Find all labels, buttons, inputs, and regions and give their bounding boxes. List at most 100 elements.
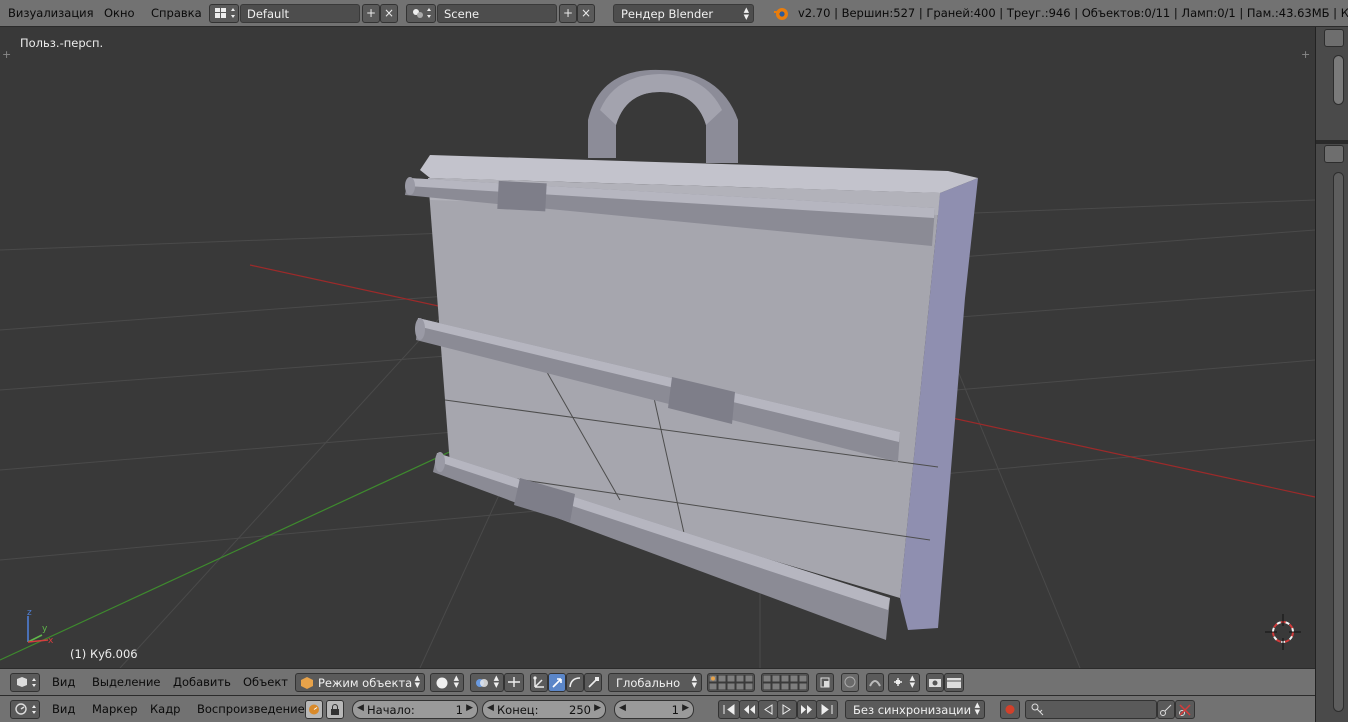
dropdown-arrows-icon: ▲ ▼ [743, 6, 749, 21]
active-object-label: (1) Куб.006 [70, 647, 138, 661]
transform-manipulator-toggle[interactable] [530, 673, 548, 692]
menu-object[interactable]: Объект [243, 675, 288, 689]
pivot-icon [475, 677, 489, 692]
screen-layout-value: Default [247, 7, 290, 21]
properties-scrollbar[interactable] [1333, 172, 1344, 712]
dropdown-arrows-icon: ▲ ▼ [493, 674, 499, 689]
transform-orientation-dropdown[interactable]: Глобально ▲ ▼ [608, 673, 702, 692]
viewport-canvas[interactable]: + + [0, 27, 1315, 668]
scene-icon[interactable] [406, 4, 436, 23]
end-frame-value: 250 [569, 703, 591, 717]
increment-arrow-icon[interactable]: ▶ [466, 703, 473, 713]
current-frame-value: 1 [671, 703, 679, 717]
end-frame-field[interactable]: ◀ Конец: 250 ▶ [482, 700, 606, 719]
snap-toggle-icon[interactable] [866, 673, 884, 692]
screen-layout-field[interactable]: Default [240, 4, 360, 23]
timeline-header: Вид Маркер Кадр Воспроизведение ◀ Начало… [0, 695, 1315, 722]
add-layout-button[interactable]: + [362, 4, 380, 23]
increment-arrow-icon[interactable]: ▶ [682, 703, 689, 713]
render-animation-icon[interactable] [944, 673, 964, 692]
panel-divider[interactable] [1316, 140, 1348, 144]
dropdown-arrows-icon: ▲ ▼ [453, 674, 459, 689]
viewport-shading-dropdown[interactable]: ▲ ▼ [430, 673, 464, 692]
lock-range-icon[interactable] [326, 700, 344, 719]
start-frame-label: Начало: [367, 703, 415, 717]
mode-dropdown[interactable]: Режим объекта ▲ ▼ [295, 673, 425, 692]
play-button[interactable] [777, 700, 797, 719]
translate-manipulator-button[interactable] [548, 673, 566, 692]
object-mode-icon [301, 677, 313, 692]
insert-keyframe-icon[interactable] [1157, 700, 1175, 719]
outliner-icon[interactable] [1324, 29, 1344, 47]
axis-x-label: x [48, 636, 54, 646]
decrement-arrow-icon[interactable]: ◀ [619, 703, 626, 713]
pivot-point-dropdown[interactable]: ▲ ▼ [470, 673, 504, 692]
jump-to-start-button[interactable] [718, 700, 740, 719]
decrement-arrow-icon[interactable]: ◀ [487, 703, 494, 713]
decrement-arrow-icon[interactable]: ◀ [357, 703, 364, 713]
timeline-menu-marker[interactable]: Маркер [92, 702, 138, 716]
layer-lock-icon[interactable] [816, 673, 834, 692]
menu-help[interactable]: Справка [151, 6, 202, 20]
axis-y-label: y [42, 624, 48, 634]
increment-arrow-icon[interactable]: ▶ [594, 703, 601, 713]
menu-window[interactable]: Окно [104, 6, 135, 20]
screen-layout-icon[interactable] [209, 4, 239, 23]
sync-mode-value: Без синхронизации [853, 703, 972, 717]
render-image-icon[interactable] [926, 673, 944, 692]
scene-value: Scene [444, 7, 480, 21]
3d-view-header: Вид Выделение Добавить Объект Режим объе… [0, 668, 1315, 695]
svg-text:+: + [1301, 48, 1310, 61]
preview-range-icon[interactable] [305, 700, 323, 719]
orientation-value: Глобально [616, 676, 681, 690]
mode-value: Режим объекта [318, 676, 413, 690]
solid-shading-icon [436, 677, 448, 692]
render-engine-value: Рендер Blender [621, 7, 714, 21]
outliner-scrollbar[interactable] [1333, 55, 1344, 105]
menu-select[interactable]: Выделение [92, 675, 161, 689]
snap-element-dropdown[interactable]: ▲ ▼ [888, 673, 920, 692]
sync-mode-dropdown[interactable]: Без синхронизации ▲ ▼ [845, 700, 985, 719]
play-reverse-button[interactable] [758, 700, 778, 719]
editor-type-button[interactable] [10, 673, 40, 692]
jump-to-keyframe-back-button[interactable] [739, 700, 759, 719]
timeline-menu-playback[interactable]: Воспроизведение [197, 702, 305, 716]
layers-group-2[interactable] [761, 673, 809, 692]
3d-viewport[interactable]: + + Польз.-персп. (1) Куб.006 z y x [0, 27, 1315, 668]
delete-keyframe-icon[interactable] [1175, 700, 1195, 719]
dropdown-arrows-icon: ▲ ▼ [974, 701, 980, 716]
remove-scene-button[interactable]: × [577, 4, 595, 23]
scene-statistics: v2.70 | Вершин:527 | Граней:400 | Треуг.… [798, 6, 1348, 20]
start-frame-value: 1 [455, 703, 463, 717]
svg-text:+: + [2, 48, 11, 61]
jump-to-end-button[interactable] [816, 700, 838, 719]
timeline-menu-frame[interactable]: Кадр [150, 702, 180, 716]
current-frame-field[interactable]: ◀ 1 ▶ [614, 700, 694, 719]
auto-keyframe-record-button[interactable] [1000, 700, 1020, 719]
dropdown-arrows-icon: ▲ ▼ [909, 674, 915, 689]
dropdown-arrows-icon: ▲ ▼ [414, 674, 420, 689]
3d-cursor-icon [1265, 614, 1301, 650]
properties-icon[interactable] [1324, 145, 1344, 163]
remove-layout-button[interactable]: × [380, 4, 398, 23]
proportional-edit-icon[interactable] [841, 673, 859, 692]
menu-view[interactable]: Вид [52, 675, 75, 689]
dropdown-arrows-icon: ▲ ▼ [691, 674, 697, 689]
blender-logo-icon [772, 4, 790, 25]
jump-to-keyframe-forward-button[interactable] [797, 700, 817, 719]
menu-add[interactable]: Добавить [173, 675, 231, 689]
scene-field[interactable]: Scene [437, 4, 557, 23]
start-frame-field[interactable]: ◀ Начало: 1 ▶ [352, 700, 478, 719]
add-scene-button[interactable]: + [559, 4, 577, 23]
menu-render[interactable]: Визуализация [8, 6, 94, 20]
view-name-label: Польз.-персп. [20, 36, 104, 50]
timeline-editor-type-button[interactable] [10, 700, 40, 719]
rotate-manipulator-button[interactable] [566, 673, 584, 692]
timeline-menu-view[interactable]: Вид [52, 702, 75, 716]
keying-set-field[interactable] [1025, 700, 1157, 719]
render-engine-dropdown[interactable]: Рендер Blender ▲ ▼ [613, 4, 754, 23]
manipulate-center-button[interactable] [504, 673, 524, 692]
layers-group-1[interactable] [707, 673, 755, 692]
scale-manipulator-button[interactable] [584, 673, 602, 692]
properties-panel-strip [1315, 27, 1348, 722]
